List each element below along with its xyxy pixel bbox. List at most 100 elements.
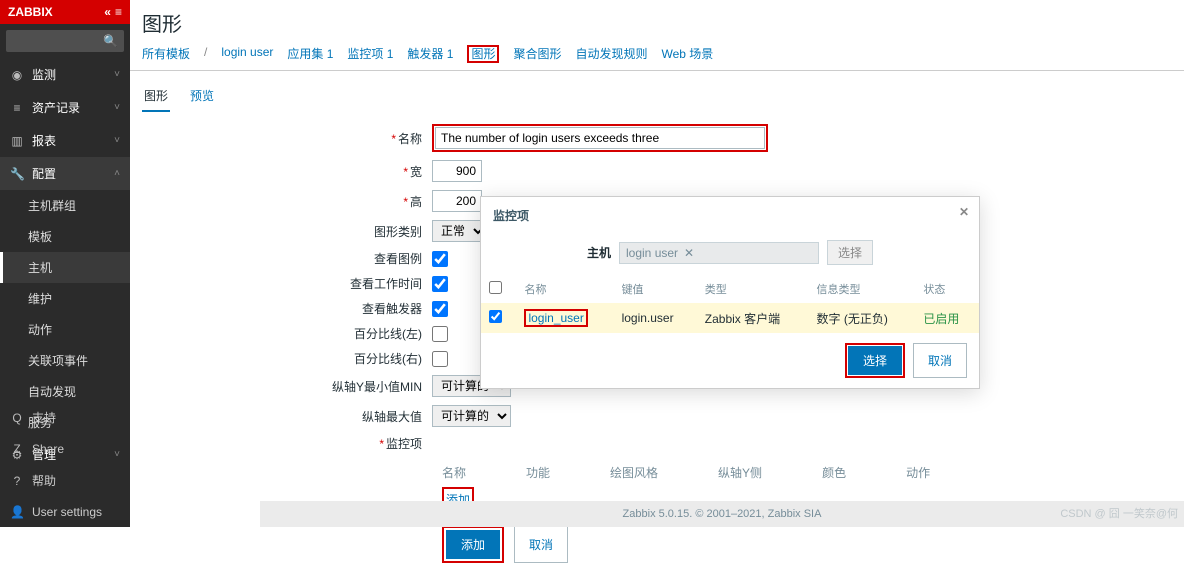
modal-col: 信息类型 [809,275,916,303]
select-all-checkbox[interactable] [489,281,502,294]
row-checkbox[interactable] [489,310,502,323]
modal-footer: 选择 取消 [481,333,979,388]
items-col: 纵轴Y侧 [718,464,762,481]
page-title: 图形 [130,0,1184,41]
modal-title: 监控项 ✕ [481,197,979,234]
logo: ZABBIX « ≡ [0,0,130,24]
breadcrumb-link[interactable]: 监控项 1 [347,45,393,62]
triggers-checkbox[interactable] [432,301,448,317]
tab[interactable]: 图形 [142,81,170,112]
worktime-label: 查看工作时间 [142,275,432,292]
height-label: *高 [142,193,432,210]
group-label: 配置 [32,165,56,182]
modal-cancel-button[interactable]: 取消 [913,343,967,378]
row-status: 已启用 [915,303,979,333]
breadcrumb-link[interactable]: 图形 [467,45,499,62]
sidebar-bottom-item[interactable]: ?帮助 [0,464,130,497]
chevron-icon: ˅ [114,135,120,146]
sidebar-group[interactable]: ▥报表˅ [0,124,130,157]
sidebar-item[interactable]: 动作 [0,314,130,345]
worktime-checkbox[interactable] [432,276,448,292]
breadcrumb-link[interactable]: 聚合图形 [513,45,561,62]
sidebar-item[interactable]: 模板 [0,221,130,252]
submit-button[interactable]: 添加 [446,530,500,559]
ymax-select[interactable]: 可计算的 [432,405,511,427]
cancel-button[interactable]: 取消 [514,526,568,563]
breadcrumb-sep: / [204,45,207,62]
ymax-label: 纵轴最大值 [142,408,432,425]
group-icon: 🔧 [10,167,24,181]
host-select-button[interactable]: 选择 [827,240,873,265]
group-label: 报表 [32,132,56,149]
sidebar: ZABBIX « ≡ 🔍 ◉监测˅≡资产记录˅▥报表˅🔧配置˄主机群组模板主机维… [0,0,130,527]
sidebar-group[interactable]: ◉监测˅ [0,58,130,91]
modal-col: 键值 [614,275,697,303]
breadcrumb-link[interactable]: 触发器 1 [407,45,453,62]
row-type: Zabbix 客户端 [697,303,809,333]
host-chip-remove-icon[interactable]: ✕ [684,246,694,260]
main: 图形 所有模板/login user应用集 1监控项 1触发器 1图形聚合图形自… [130,0,1184,527]
menu-icon[interactable]: ≡ [115,5,122,19]
collapse-icon[interactable]: « [104,5,111,19]
modal-filter: 主机 login user ✕ 选择 [481,234,979,275]
modal-ok-button[interactable]: 选择 [848,346,902,375]
pleft-checkbox[interactable] [432,326,448,342]
breadcrumb-link[interactable]: 应用集 1 [287,45,333,62]
triggers-label: 查看触发器 [142,300,432,317]
tab[interactable]: 预览 [188,81,216,110]
pright-label: 百分比线(右) [142,350,432,367]
items-col: 功能 [526,464,550,481]
bottom-icon: Q [10,411,24,425]
bottom-icon: 👤 [10,505,24,519]
host-chip-text: login user [626,246,678,260]
width-input[interactable] [432,160,482,182]
group-label: 监测 [32,66,56,83]
submit-wrap: 添加 [442,526,504,563]
row-key: login.user [614,303,697,333]
items-col: 颜色 [822,464,846,481]
sidebar-item[interactable]: 关联项事件 [0,345,130,376]
search-icon[interactable]: 🔍 [103,34,118,48]
sidebar-item[interactable]: 主机群组 [0,190,130,221]
gtype-select[interactable]: 正常 [432,220,487,242]
gtype-label: 图形类别 [142,223,432,240]
group-label: 资产记录 [32,99,80,116]
sidebar-group[interactable]: ≡资产记录˅ [0,91,130,124]
breadcrumb-link[interactable]: Web 场景 [661,45,713,62]
pright-checkbox[interactable] [432,351,448,367]
items-col: 动作 [906,464,930,481]
table-row[interactable]: login_user login.user Zabbix 客户端 数字 (无正负… [481,303,979,333]
footer: Zabbix 5.0.15. © 2001–2021, Zabbix SIA [260,501,1184,527]
breadcrumb-link[interactable]: 所有模板 [142,45,190,62]
modal-col: 状态 [915,275,979,303]
breadcrumb-link[interactable]: 自动发现规则 [575,45,647,62]
ymin-label: 纵轴Y最小值MIN [142,378,432,395]
sidebar-item[interactable]: 维护 [0,283,130,314]
bottom-icon: ? [10,474,24,488]
sidebar-group[interactable]: 🔧配置˄ [0,157,130,190]
host-chip[interactable]: login user ✕ [619,242,819,264]
close-icon[interactable]: ✕ [959,205,969,219]
pleft-label: 百分比线(左) [142,325,432,342]
sidebar-bottom-item[interactable]: 👤User settings [0,497,130,527]
sidebar-bottom: Q 支持 ZShare?帮助👤User settings [0,401,130,527]
legend-checkbox[interactable] [432,251,448,267]
items-table-head: 名称功能绘图风格纵轴Y侧颜色动作 [142,460,1172,487]
bottom-label: Share [32,442,64,456]
group-icon: ◉ [10,68,24,82]
sidebar-item[interactable]: 主机 [0,252,130,283]
row-name[interactable]: login_user [516,303,613,333]
row-info: 数字 (无正负) [809,303,916,333]
legend-label: 查看图例 [142,250,432,267]
bottom-label: 支持 [32,409,56,426]
sidebar-bottom-item[interactable]: ZShare [0,434,130,464]
name-label: *名称 [142,130,432,147]
breadcrumb-link[interactable]: login user [221,45,273,62]
item-picker-modal: 监控项 ✕ 主机 login user ✕ 选择 名称键值类型信息类型状态 lo… [480,196,980,389]
watermark: CSDN @ 囧 一笑奈@何 [1060,505,1178,521]
name-input[interactable] [435,127,765,149]
tabs: 图形预览 [130,71,1184,112]
sidebar-bottom-item[interactable]: Q 支持 [0,401,130,434]
height-input[interactable] [432,190,482,212]
width-label: *宽 [142,163,432,180]
